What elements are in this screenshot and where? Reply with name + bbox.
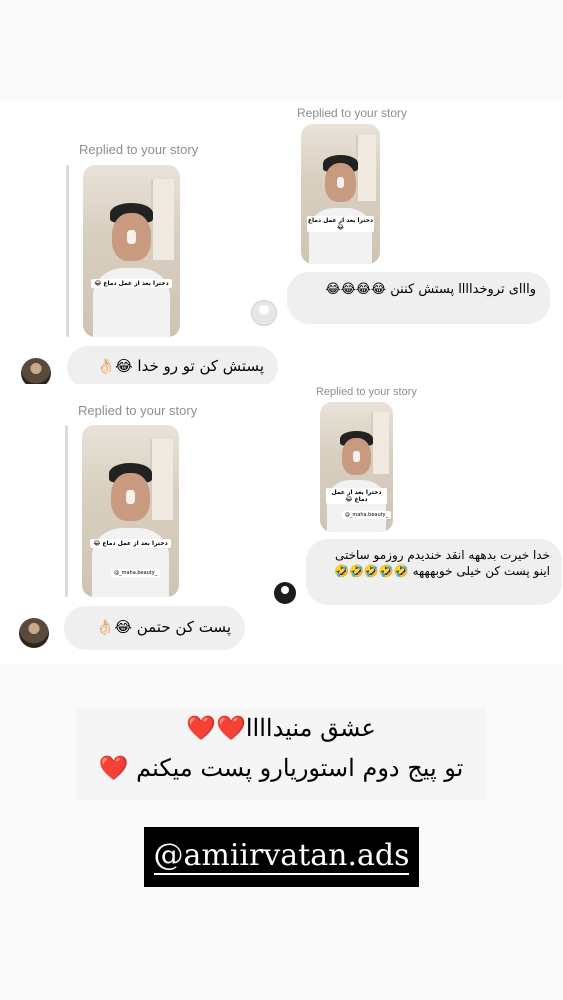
replied-label: Replied to your story <box>316 386 417 398</box>
story-tag: @_maha.beauty_ <box>341 511 392 520</box>
message-bubble-outgoing[interactable]: وااای تروخداااا پستش کننن 😂😂😂😂 <box>287 272 550 324</box>
quote-bar <box>66 165 69 337</box>
story-tag: @_maha.beauty_ <box>111 569 161 578</box>
story-caption: دخترا بعد از عمل دماغ 😂 <box>307 216 374 233</box>
avatar[interactable] <box>251 300 277 326</box>
story-thumbnail[interactable]: دخترا بعد از عمل دماغ 😂 <box>83 165 180 337</box>
avatar[interactable] <box>19 618 49 648</box>
story-caption: دخترا بعد از عمل دماغ 😂 <box>325 487 388 504</box>
caption-line-1: عشق منیداااا❤️❤️ <box>186 714 376 742</box>
post-caption: عشق منیداااا❤️❤️ تو پیج دوم استوریارو پس… <box>76 708 486 800</box>
story-thumbnail[interactable]: دخترا بعد از عمل دماغ 😂 <box>301 124 380 264</box>
message-bubble-incoming[interactable]: پستش کن تو رو خدا 😂👌🏻 <box>67 346 278 388</box>
message-bubble-incoming[interactable]: پست کن حتمن 😂👌🏻 <box>64 606 245 650</box>
replied-label: Replied to your story <box>78 403 198 418</box>
story-thumbnail[interactable]: دخترا بعد از عمل دماغ 😂 @_maha.beauty_ <box>82 425 179 597</box>
account-handle[interactable]: @amiirvatan.ads <box>153 839 410 875</box>
message-bubble-outgoing[interactable]: خدا خیرت بدههه انقد خندیدم روزمو ساختی ا… <box>306 539 562 605</box>
quote-bar <box>65 425 68 597</box>
replied-label: Replied to your story <box>79 142 199 157</box>
story-caption: دخترا بعد از عمل دماغ 😂 <box>90 278 173 288</box>
handle-banner[interactable]: @amiirvatan.ads <box>144 827 419 887</box>
story-caption: دخترا بعد از عمل دماغ 😂 <box>89 538 172 548</box>
replied-label: Replied to your story <box>297 106 408 120</box>
avatar[interactable] <box>274 582 296 604</box>
caption-line-2: تو پیج دوم استوریارو پست میکنم ❤️ <box>98 754 464 782</box>
story-thumbnail[interactable]: دخترا بعد از عمل دماغ 😂 @_maha.beauty_ <box>320 402 393 532</box>
